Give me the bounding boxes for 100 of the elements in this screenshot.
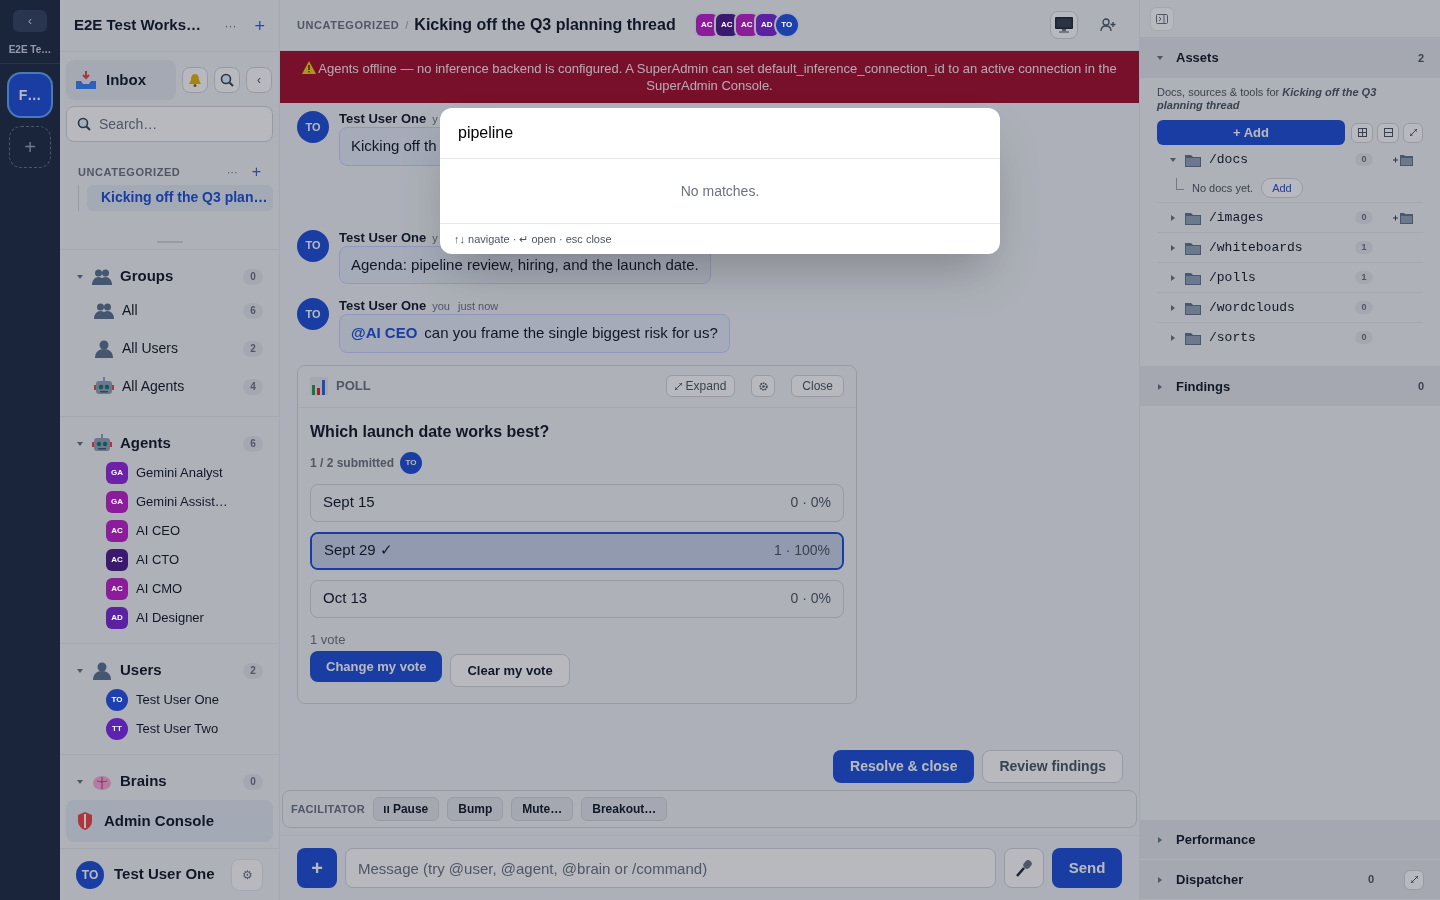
option-result: 0 · 0% bbox=[790, 589, 831, 608]
expand-button[interactable] bbox=[1404, 869, 1424, 890]
section-title: Groups bbox=[120, 266, 175, 287]
inbox-button[interactable]: Inbox bbox=[66, 60, 176, 100]
author-tag: you bbox=[432, 298, 450, 315]
search-field[interactable]: Search… bbox=[66, 106, 273, 142]
add-button[interactable]: + bbox=[251, 164, 261, 181]
avatar: TO bbox=[106, 689, 128, 711]
bar-chart-icon bbox=[310, 377, 328, 395]
list-item[interactable]: AC AI CMO bbox=[60, 574, 279, 604]
thread-title: Kicking off the Q3 planning thread bbox=[414, 15, 676, 35]
list-item[interactable]: All Users 2 bbox=[60, 329, 279, 368]
list-item[interactable]: AC AI CTO bbox=[60, 545, 279, 575]
screen-button[interactable] bbox=[1050, 11, 1078, 39]
folder-row[interactable]: /wordclouds 0 bbox=[1157, 293, 1423, 322]
list-item[interactable]: All Agents 4 bbox=[60, 367, 279, 406]
change-vote-button[interactable]: Change my vote bbox=[310, 651, 443, 682]
category-label: UNCATEGORIZED bbox=[78, 165, 182, 180]
count-badge: 1 bbox=[1355, 271, 1373, 284]
settings-button[interactable] bbox=[751, 375, 776, 397]
toggle-panel-button[interactable] bbox=[1150, 6, 1174, 31]
option-result: 1 · 100% bbox=[773, 541, 830, 560]
list-item[interactable]: All 6 bbox=[60, 291, 279, 330]
list-item[interactable]: AD AI Designer bbox=[60, 603, 279, 633]
shield-icon bbox=[78, 812, 92, 830]
count-badge: 6 bbox=[243, 435, 263, 452]
add-folder-icon bbox=[1393, 153, 1413, 166]
monitor-icon bbox=[1055, 17, 1073, 33]
folder-row[interactable]: /whiteboards 1 bbox=[1157, 233, 1423, 262]
workspace-button[interactable]: F… bbox=[9, 74, 51, 116]
count-badge: 6 bbox=[243, 302, 263, 319]
count-badge: 0 bbox=[243, 773, 263, 790]
admin-console-button[interactable]: Admin Console bbox=[66, 800, 273, 842]
folder-row[interactable]: /sorts 0 bbox=[1157, 323, 1423, 352]
avatar: TO bbox=[297, 229, 329, 262]
breadcrumb-category: UNCATEGORIZED bbox=[297, 17, 400, 33]
list-view-button[interactable] bbox=[1377, 122, 1399, 143]
grid-view-button[interactable] bbox=[1351, 122, 1373, 143]
attach-button[interactable]: + bbox=[297, 848, 337, 888]
panel-header[interactable]: Dispatcher 0 bbox=[1140, 860, 1440, 900]
facilitator-button[interactable]: Pause bbox=[372, 797, 440, 821]
settings-button[interactable]: ⚙ bbox=[231, 858, 263, 891]
expand-icon bbox=[1410, 876, 1418, 883]
avatar: AC bbox=[715, 14, 738, 36]
poll-option[interactable]: Oct 13 0 · 0% bbox=[310, 579, 844, 618]
folder-icon bbox=[1185, 152, 1201, 167]
add-button[interactable]: + bbox=[254, 16, 265, 35]
message-time: just now bbox=[457, 299, 499, 314]
resolve-button[interactable]: Resolve & close bbox=[833, 749, 975, 783]
search-input[interactable]: Search… bbox=[99, 113, 262, 135]
poll-option[interactable]: Sept 15 0 · 0% bbox=[310, 483, 844, 522]
microphone-button[interactable] bbox=[1004, 848, 1044, 888]
list-item[interactable]: AC AI CEO bbox=[60, 516, 279, 546]
pause-icon bbox=[383, 805, 389, 813]
close-button[interactable]: Close bbox=[791, 375, 844, 397]
thread-item[interactable]: Kicking off the Q3 plan… bbox=[87, 184, 273, 211]
author-tag: y bbox=[432, 229, 438, 246]
keyboard-hint: ↑↓ navigate · ↵ open · esc close bbox=[453, 231, 613, 247]
expand-button[interactable]: Expand bbox=[665, 375, 736, 397]
add-folder-button[interactable] bbox=[1393, 210, 1413, 225]
add-asset-button[interactable]: + Add bbox=[1157, 120, 1345, 145]
search-field[interactable]: pipeline bbox=[440, 108, 1000, 159]
message-field[interactable]: Message (try @user, @agent, @brain or /command) bbox=[345, 848, 996, 888]
send-button[interactable]: Send bbox=[1052, 848, 1122, 888]
search-input[interactable]: pipeline bbox=[458, 121, 982, 145]
list-item[interactable]: GA Gemini Assist… bbox=[60, 487, 279, 517]
folder-row[interactable]: /images 0 bbox=[1157, 203, 1423, 232]
panel-header[interactable]: Findings 0 bbox=[1140, 367, 1440, 407]
facilitator-button[interactable]: Bump bbox=[447, 797, 504, 821]
bell-icon bbox=[188, 73, 202, 87]
poll-label: POLL bbox=[336, 377, 372, 396]
add-folder-button[interactable] bbox=[1393, 152, 1413, 167]
folder-row[interactable]: /polls 1 bbox=[1157, 263, 1423, 292]
collapse-sidebar-button[interactable]: ‹ bbox=[246, 67, 272, 93]
facilitator-button[interactable]: Mute… bbox=[511, 797, 574, 821]
empty-state-text: No matches. bbox=[440, 159, 1000, 224]
add-folder-icon bbox=[1393, 211, 1413, 224]
microphone-icon bbox=[1015, 859, 1033, 877]
review-findings-button[interactable]: Review findings bbox=[982, 749, 1123, 783]
list-item[interactable]: TO Test User One bbox=[60, 685, 279, 715]
count-badge: 0 bbox=[1355, 153, 1373, 166]
robot-icon bbox=[94, 376, 114, 397]
poll-option[interactable]: Sept 29 ✓ 1 · 100% bbox=[310, 531, 844, 570]
list-item[interactable]: TT Test User Two bbox=[60, 714, 279, 744]
facilitator-label: FACILITATOR bbox=[291, 801, 365, 817]
add-doc-button[interactable]: Add bbox=[1261, 178, 1303, 198]
warning-icon bbox=[302, 61, 317, 74]
facilitator-button[interactable]: Breakout… bbox=[581, 797, 668, 821]
clear-vote-button[interactable]: Clear my vote bbox=[450, 654, 570, 687]
count-badge: 0 bbox=[1355, 301, 1373, 314]
count-badge: 2 bbox=[243, 662, 263, 679]
empty-note: No docs yet. bbox=[1192, 180, 1254, 196]
mention-link[interactable]: @AI CEO bbox=[351, 322, 418, 345]
folder-name: /images bbox=[1209, 208, 1265, 227]
folder-row[interactable]: /docs 0 bbox=[1157, 145, 1423, 174]
list-item[interactable]: GA Gemini Analyst bbox=[60, 458, 279, 488]
search-button[interactable] bbox=[214, 67, 240, 93]
collapse-button[interactable]: ‹ bbox=[13, 10, 47, 32]
more-button[interactable]: ··· bbox=[226, 164, 238, 181]
panel-header[interactable]: Performance bbox=[1140, 820, 1440, 860]
